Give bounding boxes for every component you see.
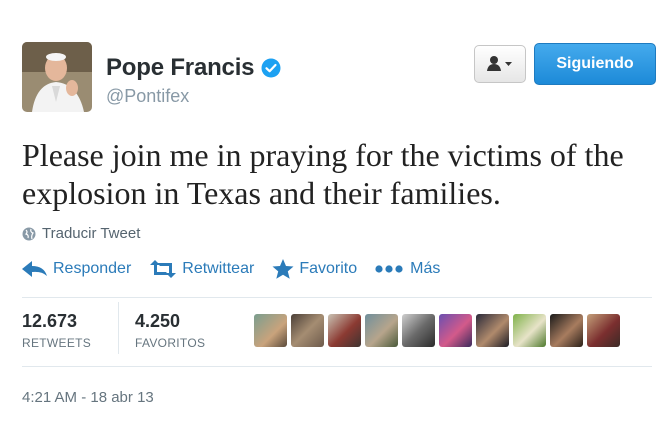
retweets-stat[interactable]: 12.673 RETWEETS: [22, 311, 91, 350]
user-actions-dropdown[interactable]: [474, 45, 526, 83]
reply-label: Responder: [53, 260, 132, 277]
tweet-text: Please join me in praying for the victim…: [22, 137, 624, 211]
user-handle[interactable]: @Pontifex: [106, 86, 189, 107]
divider: [22, 297, 652, 298]
more-label: Más: [410, 260, 441, 277]
user-dropdown-icon: [487, 56, 512, 71]
avatar[interactable]: [22, 42, 92, 112]
favoriter-avatar[interactable]: [587, 314, 620, 347]
favoriter-avatar[interactable]: [254, 314, 287, 347]
retweet-button[interactable]: Retwittear: [149, 260, 254, 278]
favorite-label: Favorito: [299, 260, 358, 277]
retweets-label: RETWEETS: [22, 336, 92, 350]
favoriters-avatars: [254, 314, 624, 347]
star-icon: [272, 259, 294, 279]
favorites-count: 4.250: [135, 311, 181, 331]
favoriter-avatar[interactable]: [291, 314, 324, 347]
retweet-label: Retwittear: [182, 260, 255, 277]
following-button[interactable]: Siguiendo: [534, 43, 656, 85]
tweet-timestamp[interactable]: 4:21 AM - 18 abr 13: [22, 389, 154, 406]
translate-tweet-link[interactable]: Traducir Tweet: [22, 225, 140, 242]
pope-avatar-image: [22, 42, 92, 112]
favorites-stat[interactable]: 4.250 FAVORITOS: [135, 311, 205, 350]
favoriter-avatar[interactable]: [365, 314, 398, 347]
user-name[interactable]: Pope Francis: [106, 54, 255, 82]
reply-icon: [22, 261, 47, 277]
translate-label: Traducir Tweet: [42, 225, 141, 242]
retweet-icon: [150, 260, 177, 278]
more-dots-icon: [375, 265, 403, 273]
favoriter-avatar[interactable]: [439, 314, 472, 347]
stats-separator: [118, 302, 119, 354]
favoriter-avatar[interactable]: [476, 314, 509, 347]
favorites-label: FAVORITOS: [135, 336, 206, 350]
favoriter-avatar[interactable]: [402, 314, 435, 347]
favoriter-avatar[interactable]: [328, 314, 361, 347]
verified-badge-icon: [261, 58, 281, 78]
favoriter-avatar[interactable]: [550, 314, 583, 347]
retweets-count: 12.673: [22, 311, 78, 331]
globe-icon: [22, 227, 36, 240]
more-button[interactable]: Más: [375, 260, 440, 278]
divider: [22, 366, 652, 367]
reply-button[interactable]: Responder: [22, 260, 131, 278]
favorite-button[interactable]: Favorito: [272, 259, 357, 279]
favoriter-avatar[interactable]: [513, 314, 546, 347]
